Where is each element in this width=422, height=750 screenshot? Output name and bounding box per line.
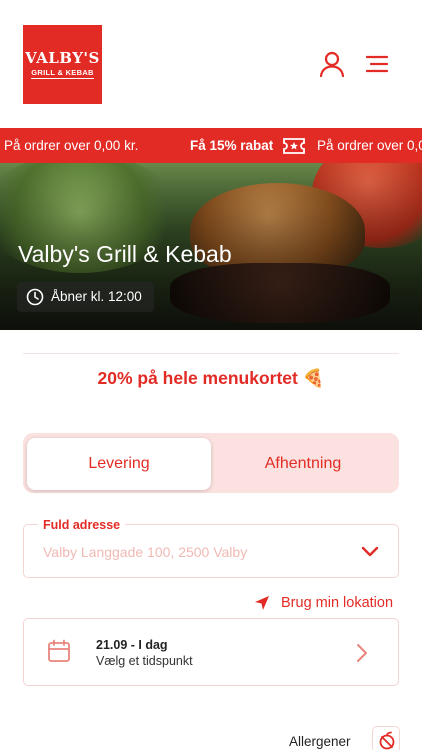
divider xyxy=(23,353,399,354)
chevron-right-icon xyxy=(357,644,367,662)
calendar-icon xyxy=(48,639,70,662)
brand-logo[interactable]: VALBY'S GRILL & KEBAB xyxy=(23,25,102,104)
address-input[interactable] xyxy=(43,544,343,560)
timeslot-selector[interactable] xyxy=(23,618,399,686)
location-arrow-icon xyxy=(255,596,269,610)
chevron-down-icon[interactable] xyxy=(360,545,380,559)
hero-banner: Valby's Grill & Kebab Åbner kl. 12:00 xyxy=(0,163,422,330)
timeslot-hint: Vælg et tidspunkt xyxy=(96,654,193,668)
logo-line1: VALBY'S xyxy=(25,49,100,67)
ticker-item-3: På ordrer over 0,00 kr. xyxy=(317,138,422,153)
address-label: Fuld adresse xyxy=(38,518,126,532)
opening-time-badge: Åbner kl. 12:00 xyxy=(17,282,154,312)
user-icon[interactable] xyxy=(318,50,346,78)
ticker-item-2: Få 15% rabat xyxy=(190,138,274,153)
timeslot-date: 21.09 - I dag xyxy=(96,638,168,652)
tab-delivery[interactable]: Levering xyxy=(27,438,211,490)
allergens-link[interactable]: Allergener xyxy=(289,734,351,749)
ticket-icon xyxy=(283,138,305,154)
promo-ticker: På ordrer over 0,00 kr. Få 15% rabat På … xyxy=(0,128,422,163)
restaurant-name: Valby's Grill & Kebab xyxy=(18,241,232,267)
opening-time-text: Åbner kl. 12:00 xyxy=(51,289,142,304)
hamburger-menu-icon[interactable] xyxy=(364,50,392,78)
promo-text: 20% på hele menukortet 🍕 xyxy=(97,368,325,388)
logo-line2: GRILL & KEBAB xyxy=(31,68,94,79)
clock-icon xyxy=(26,288,44,306)
order-type-toggle: Levering Afhentning xyxy=(23,433,399,493)
allergy-icon xyxy=(379,731,395,750)
tab-pickup[interactable]: Afhentning xyxy=(211,438,395,490)
app-header: VALBY'S GRILL & KEBAB xyxy=(0,0,422,128)
use-my-location-label: Brug min lokation xyxy=(281,595,394,611)
ticker-item-1: På ordrer over 0,00 kr. xyxy=(4,138,139,153)
allergens-button[interactable] xyxy=(372,726,400,750)
